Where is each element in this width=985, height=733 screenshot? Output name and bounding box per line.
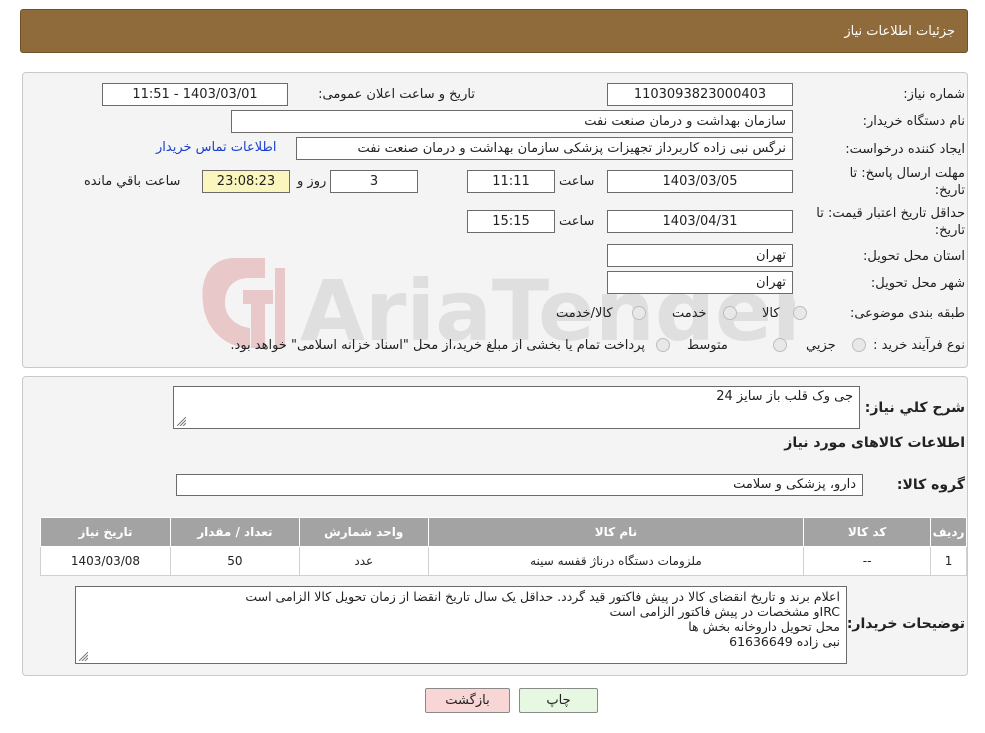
- table-row: 1 -- ملزومات دستگاه درناژ قفسه سینه عدد …: [40, 546, 967, 576]
- min-validity-label: حداقل تاریخ اعتبار قیمت: تا: [816, 206, 965, 221]
- category-label: طبقه بندی موضوعی:: [849, 306, 965, 321]
- page-title: جزئیات اطلاعات نیاز: [844, 24, 955, 39]
- process-note: پرداخت تمام یا بخشی از مبلغ خرید،از محل …: [230, 338, 645, 353]
- buyer-notes-label: توضیحات خریدار:: [846, 616, 965, 632]
- col-unit: واحد شمارش: [298, 517, 429, 547]
- col-row-number: ردیف: [930, 517, 967, 547]
- summary-label: شرح کلي نیاز:: [864, 400, 965, 416]
- process-option-medium: متوسط: [687, 338, 728, 353]
- cell-goods-code: --: [803, 546, 932, 576]
- deadline-label-date: تاریخ:: [934, 183, 965, 198]
- category-option-goods: کالا: [762, 306, 780, 321]
- resize-grip-icon[interactable]: [177, 417, 186, 426]
- province-field: تهران: [607, 244, 793, 267]
- process-option-minor: جزيي: [806, 338, 836, 353]
- cell-need-date: 1403/03/08: [40, 546, 171, 576]
- cell-unit: عدد: [298, 546, 429, 576]
- buyer-note-line: نبی زاده 61636649: [729, 634, 840, 649]
- buyer-contact-link[interactable]: اطلاعات تماس خریدار: [156, 140, 276, 155]
- items-table-header: ردیف کد کالا نام کالا واحد شمارش تعداد /…: [40, 517, 967, 547]
- page-header: جزئیات اطلاعات نیاز: [20, 9, 968, 53]
- min-validity-label-date: تاریخ:: [934, 223, 965, 238]
- category-radio-goods-service[interactable]: [632, 306, 646, 320]
- summary-field: جی وک قلب باز سایز 24: [173, 386, 860, 429]
- validity-time-label: ساعت: [559, 214, 595, 229]
- buyer-org-field: سازمان بهداشت و درمان صنعت نفت: [231, 110, 793, 133]
- col-goods-name: نام کالا: [427, 517, 805, 547]
- col-goods-code: کد کالا: [803, 517, 932, 547]
- province-label: استان محل تحویل:: [863, 249, 965, 264]
- resize-grip-icon[interactable]: [79, 652, 88, 661]
- back-button[interactable]: بازگشت: [425, 688, 510, 713]
- buyer-note-line: محل تحویل داروخانه بخش ها: [688, 619, 840, 634]
- remaining-days-field: 3: [330, 170, 418, 193]
- process-radio-treasury[interactable]: [656, 338, 670, 352]
- summary-text: جی وک قلب باز سایز 24: [716, 389, 853, 404]
- process-radio-medium[interactable]: [773, 338, 787, 352]
- need-number-field: 1103093823000403: [607, 83, 793, 106]
- remaining-label: ساعت باقي مانده: [84, 174, 181, 189]
- process-label: نوع فرآیند خرید :: [873, 338, 965, 353]
- city-label: شهر محل تحویل:: [870, 276, 965, 291]
- cell-row-number: 1: [930, 546, 967, 576]
- cell-goods-name: ملزومات دستگاه درناژ قفسه سینه: [427, 546, 805, 576]
- validity-date-field: 1403/04/31: [607, 210, 793, 233]
- buyer-note-line: IRCو مشخصات در پیش فاکتور الزامی است: [609, 604, 840, 619]
- days-label: روز و: [297, 174, 327, 189]
- buyer-org-label: نام دستگاه خریدار:: [862, 114, 965, 129]
- category-radio-goods[interactable]: [793, 306, 807, 320]
- requester-label: ایجاد کننده درخواست:: [845, 142, 965, 157]
- buyer-notes-field: اعلام برند و تاریخ انقضای کالا در پیش فا…: [75, 586, 847, 664]
- validity-time-field: 15:15: [467, 210, 555, 233]
- goods-group-field: دارو، پزشکی و سلامت: [176, 474, 863, 496]
- items-table: ردیف کد کالا نام کالا واحد شمارش تعداد /…: [40, 517, 967, 576]
- deadline-time-field: 11:11: [467, 170, 555, 193]
- goods-group-label: گروه کالا:: [896, 477, 965, 493]
- category-radio-service[interactable]: [723, 306, 737, 320]
- buyer-note-line: اعلام برند و تاریخ انقضای کالا در پیش فا…: [245, 589, 840, 604]
- col-quantity: تعداد / مقدار: [169, 517, 300, 547]
- deadline-date-field: 1403/03/05: [607, 170, 793, 193]
- announce-label: تاریخ و ساعت اعلان عمومی:: [318, 87, 475, 102]
- process-radio-minor[interactable]: [852, 338, 866, 352]
- category-option-service: خدمت: [672, 306, 707, 321]
- need-number-label: شماره نیاز:: [903, 87, 965, 102]
- announce-datetime-field: 1403/03/01 - 11:51: [102, 83, 288, 106]
- print-button[interactable]: چاپ: [519, 688, 598, 713]
- city-field: تهران: [607, 271, 793, 294]
- remaining-time-field: 23:08:23: [202, 170, 290, 193]
- category-option-goods-service: کالا/خدمت: [556, 306, 613, 321]
- col-need-date: تاریخ نیاز: [40, 517, 171, 547]
- items-title: اطلاعات کالاهای مورد نیاز: [784, 435, 965, 451]
- deadline-label: مهلت ارسال پاسخ: تا: [849, 166, 965, 181]
- cell-quantity: 50: [169, 546, 300, 576]
- requester-field: نرگس نبی زاده کاربرداز تجهیزات پزشکی ساز…: [296, 137, 793, 160]
- deadline-time-label: ساعت: [559, 174, 595, 189]
